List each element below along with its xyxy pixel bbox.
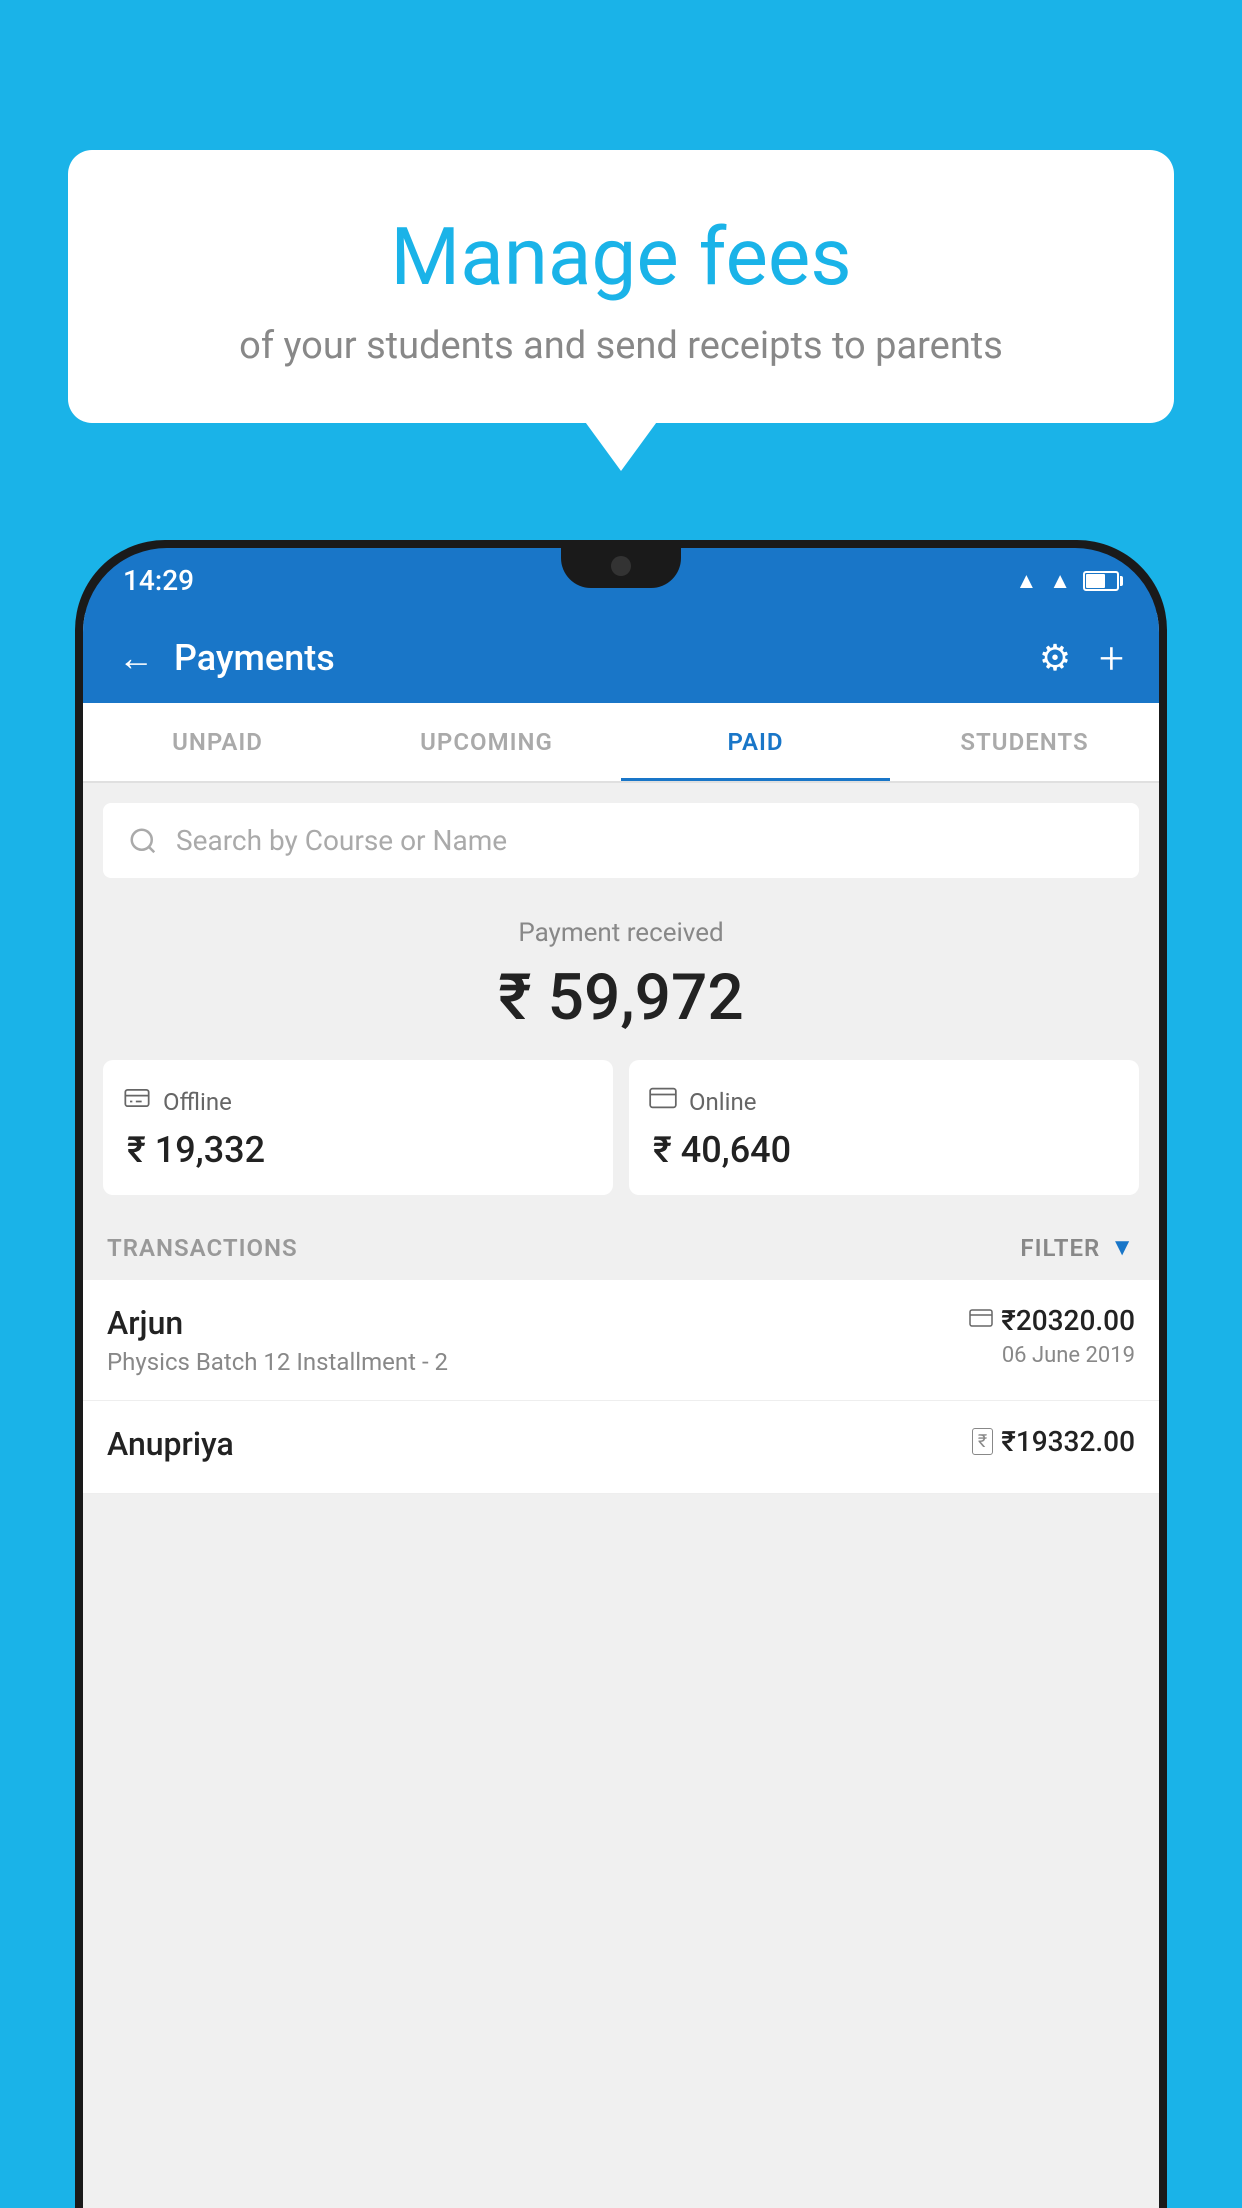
search-icon: [128, 826, 158, 856]
transaction-right: ₹20320.00 06 June 2019: [969, 1304, 1135, 1368]
transactions-header: TRANSACTIONS FILTER ▼: [83, 1215, 1159, 1280]
payment-summary: Payment received ₹ 59,972: [83, 878, 1159, 1060]
filter-icon: ▼: [1110, 1233, 1135, 1262]
tab-unpaid[interactable]: UNPAID: [83, 703, 352, 781]
status-time: 14:29: [123, 564, 194, 597]
offline-label: Offline: [163, 1088, 232, 1116]
offline-card-header: Offline: [123, 1084, 593, 1119]
transaction-left: Arjun Physics Batch 12 Installment - 2: [107, 1304, 448, 1376]
online-card-header: Online: [649, 1084, 1119, 1119]
cash-icon: ₹: [972, 1428, 993, 1455]
payment-cards: Offline ₹ 19,332 Online: [83, 1060, 1159, 1215]
phone-frame: 14:29 ← Payments ⚙ +: [75, 540, 1167, 2208]
offline-icon: [123, 1084, 151, 1119]
camera-icon: [611, 556, 631, 576]
speech-bubble-container: Manage fees of your students and send re…: [68, 150, 1174, 423]
online-amount: ₹ 40,640: [649, 1129, 1119, 1171]
main-content: Search by Course or Name Payment receive…: [83, 783, 1159, 2208]
header-left: ← Payments: [118, 637, 335, 679]
offline-card: Offline ₹ 19,332: [103, 1060, 613, 1195]
manage-fees-title: Manage fees: [118, 210, 1124, 304]
phone-notch: [561, 548, 681, 588]
transaction-amount: ₹19332.00: [1001, 1425, 1135, 1458]
online-label: Online: [689, 1088, 756, 1116]
tabs-bar: UNPAID UPCOMING PAID STUDENTS: [83, 703, 1159, 783]
amount-row: ₹20320.00: [969, 1304, 1135, 1337]
add-icon[interactable]: +: [1099, 632, 1124, 684]
offline-amount: ₹ 19,332: [123, 1129, 593, 1171]
online-card: Online ₹ 40,640: [629, 1060, 1139, 1195]
transaction-name: Anupriya: [107, 1425, 234, 1463]
wifi-icon: [1015, 568, 1037, 594]
battery-icon: [1083, 571, 1119, 591]
filter-button[interactable]: FILTER ▼: [1020, 1233, 1135, 1262]
payment-type-icon: [969, 1306, 993, 1336]
tab-upcoming[interactable]: UPCOMING: [352, 703, 621, 781]
transaction-row[interactable]: Anupriya ₹ ₹19332.00: [83, 1401, 1159, 1494]
transactions-label: TRANSACTIONS: [107, 1234, 298, 1262]
header-right: ⚙ +: [1039, 632, 1124, 684]
speech-bubble: Manage fees of your students and send re…: [68, 150, 1174, 423]
transaction-course: Physics Batch 12 Installment - 2: [107, 1348, 448, 1376]
transaction-amount: ₹20320.00: [1001, 1304, 1135, 1337]
transaction-left: Anupriya: [107, 1425, 234, 1469]
app-header: ← Payments ⚙ +: [83, 613, 1159, 703]
online-icon: [649, 1084, 677, 1119]
transaction-row[interactable]: Arjun Physics Batch 12 Installment - 2: [83, 1280, 1159, 1401]
battery-fill: [1086, 574, 1105, 588]
transaction-date: 06 June 2019: [969, 1343, 1135, 1368]
phone-inner: 14:29 ← Payments ⚙ +: [83, 548, 1159, 2208]
manage-fees-subtitle: of your students and send receipts to pa…: [118, 324, 1124, 368]
search-bar[interactable]: Search by Course or Name: [103, 803, 1139, 878]
payment-received-label: Payment received: [103, 918, 1139, 948]
transaction-right: ₹ ₹19332.00: [972, 1425, 1135, 1464]
page-title: Payments: [174, 637, 335, 679]
signal-icon: [1049, 568, 1071, 594]
payment-total-amount: ₹ 59,972: [103, 960, 1139, 1035]
status-icons: [1015, 568, 1119, 594]
settings-icon[interactable]: ⚙: [1039, 637, 1071, 679]
tab-students[interactable]: STUDENTS: [890, 703, 1159, 781]
filter-label: FILTER: [1020, 1234, 1100, 1262]
transaction-name: Arjun: [107, 1304, 448, 1342]
tab-paid[interactable]: PAID: [621, 703, 890, 781]
back-button[interactable]: ←: [118, 637, 154, 679]
phone-screen: ← Payments ⚙ + UNPAID UPCOMING PAID STUD…: [83, 613, 1159, 2208]
search-input[interactable]: Search by Course or Name: [176, 824, 507, 857]
amount-row: ₹ ₹19332.00: [972, 1425, 1135, 1458]
